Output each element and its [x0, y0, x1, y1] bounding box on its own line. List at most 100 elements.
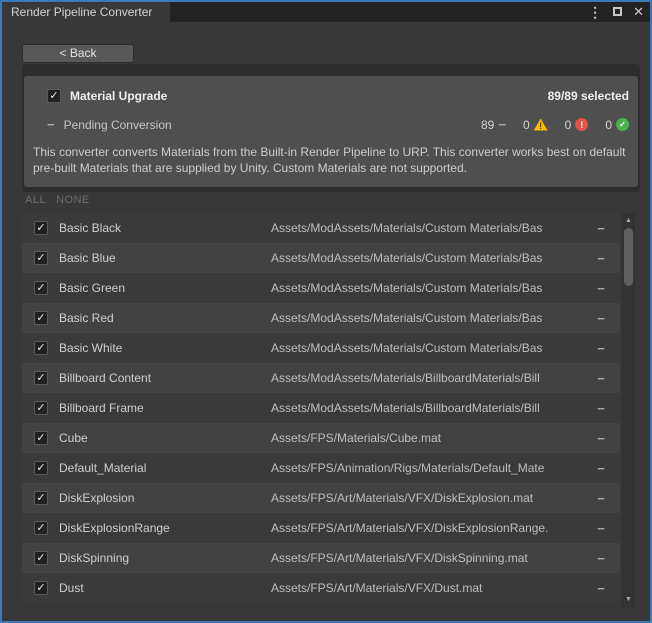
item-checkbox[interactable]: ✓	[34, 461, 48, 475]
item-name: Billboard Content	[59, 371, 271, 385]
item-status-icon: −	[582, 341, 620, 356]
item-name: DiskSpinning	[59, 551, 271, 565]
item-checkbox[interactable]: ✓	[34, 401, 48, 415]
item-checkbox[interactable]: ✓	[34, 281, 48, 295]
item-checkbox[interactable]: ✓	[34, 341, 48, 355]
item-status-icon: −	[582, 281, 620, 296]
material-list: ✓ Basic Black Assets/ModAssets/Materials…	[22, 213, 620, 603]
item-status-icon: −	[582, 491, 620, 506]
item-path: Assets/ModAssets/Materials/Custom Materi…	[271, 281, 582, 295]
pending-label: Pending Conversion	[64, 118, 172, 132]
item-status-icon: −	[582, 581, 620, 596]
window-menu-icon[interactable]: ⋮	[588, 2, 602, 22]
list-item[interactable]: ✓ Default_Material Assets/FPS/Animation/…	[22, 453, 620, 483]
item-name: Default_Material	[59, 461, 271, 475]
error-icon: !	[575, 118, 588, 131]
item-name: Basic White	[59, 341, 271, 355]
item-status-icon: −	[582, 521, 620, 536]
item-path: Assets/ModAssets/Materials/Custom Materi…	[271, 251, 582, 265]
item-checkbox[interactable]: ✓	[34, 311, 48, 325]
warning-icon: !	[534, 119, 548, 131]
converter-checkbox[interactable]: ✓	[47, 89, 61, 103]
list-item[interactable]: ✓ Billboard Content Assets/ModAssets/Mat…	[22, 363, 620, 393]
item-checkbox[interactable]: ✓	[34, 371, 48, 385]
success-icon: ✓	[616, 118, 629, 131]
status-counters: 89 − 0 ! 0 ! 0 ✓	[481, 117, 629, 132]
select-all-link[interactable]: ALL	[25, 194, 46, 206]
item-name: Basic Red	[59, 311, 271, 325]
item-name: Basic Green	[59, 281, 271, 295]
scrollbar-thumb[interactable]	[624, 228, 633, 286]
select-none-link[interactable]: NONE	[56, 194, 90, 206]
item-path: Assets/FPS/Art/Materials/VFX/DiskSpinnin…	[271, 551, 582, 565]
converter-title: Material Upgrade	[70, 89, 167, 103]
item-path: Assets/ModAssets/Materials/Custom Materi…	[271, 311, 582, 325]
error-count: 0	[565, 118, 572, 132]
item-path: Assets/FPS/Animation/Rigs/Materials/Defa…	[271, 461, 582, 475]
list-item[interactable]: ✓ DiskExplosionRange Assets/FPS/Art/Mate…	[22, 513, 620, 543]
item-checkbox[interactable]: ✓	[34, 551, 48, 565]
item-path: Assets/FPS/Materials/Cube.mat	[271, 431, 582, 445]
titlebar: Render Pipeline Converter ⋮ ✕	[2, 2, 650, 22]
item-checkbox[interactable]: ✓	[34, 431, 48, 445]
item-name: Billboard Frame	[59, 401, 271, 415]
list-item[interactable]: ✓ DiskSpinning Assets/FPS/Art/Materials/…	[22, 543, 620, 573]
item-checkbox[interactable]: ✓	[34, 491, 48, 505]
item-name: DiskExplosionRange	[59, 521, 271, 535]
list-item[interactable]: ✓ Dust Assets/FPS/Art/Materials/VFX/Dust…	[22, 573, 620, 603]
maximize-icon[interactable]	[613, 2, 622, 22]
item-status-icon: −	[582, 221, 620, 236]
list-item[interactable]: ✓ DiskExplosion Assets/FPS/Art/Materials…	[22, 483, 620, 513]
back-button[interactable]: < Back	[22, 44, 134, 63]
pending-count: 89	[481, 118, 494, 132]
item-path: Assets/ModAssets/Materials/BillboardMate…	[271, 401, 582, 415]
selected-count: 89/89 selected	[548, 89, 629, 103]
pending-conversion-row: − Pending Conversion 89 − 0 ! 0 ! 0 ✓	[47, 117, 629, 132]
pending-count-icon: −	[498, 117, 506, 132]
item-path: Assets/FPS/Art/Materials/VFX/DiskExplosi…	[271, 521, 582, 535]
selection-shortcuts: ALL NONE	[25, 194, 90, 206]
item-name: Basic Black	[59, 221, 271, 235]
item-checkbox[interactable]: ✓	[34, 521, 48, 535]
list-item[interactable]: ✓ Basic Blue Assets/ModAssets/Materials/…	[22, 243, 620, 273]
item-status-icon: −	[582, 551, 620, 566]
item-checkbox[interactable]: ✓	[34, 581, 48, 595]
converter-description: This converter converts Materials from t…	[33, 144, 629, 176]
render-pipeline-converter-window: Render Pipeline Converter ⋮ ✕ < Back ✓ M…	[0, 0, 652, 623]
item-checkbox[interactable]: ✓	[34, 251, 48, 265]
item-name: Cube	[59, 431, 271, 445]
list-item[interactable]: ✓ Basic Black Assets/ModAssets/Materials…	[22, 213, 620, 243]
close-icon[interactable]: ✕	[633, 2, 644, 22]
item-path: Assets/FPS/Art/Materials/VFX/Dust.mat	[271, 581, 582, 595]
list-item[interactable]: ✓ Cube Assets/FPS/Materials/Cube.mat −	[22, 423, 620, 453]
item-path: Assets/ModAssets/Materials/Custom Materi…	[271, 221, 582, 235]
window-title: Render Pipeline Converter	[11, 5, 152, 19]
converter-card[interactable]: ✓ Material Upgrade 89/89 selected − Pend…	[24, 76, 638, 187]
pending-dash-icon: −	[47, 117, 55, 132]
item-path: Assets/ModAssets/Materials/BillboardMate…	[271, 371, 582, 385]
item-path: Assets/FPS/Art/Materials/VFX/DiskExplosi…	[271, 491, 582, 505]
item-checkbox[interactable]: ✓	[34, 221, 48, 235]
list-item[interactable]: ✓ Basic White Assets/ModAssets/Materials…	[22, 333, 620, 363]
list-item[interactable]: ✓ Basic Green Assets/ModAssets/Materials…	[22, 273, 620, 303]
item-name: Dust	[59, 581, 271, 595]
list-item[interactable]: ✓ Billboard Frame Assets/ModAssets/Mater…	[22, 393, 620, 423]
item-status-icon: −	[582, 371, 620, 386]
converter-header-row: ✓ Material Upgrade 89/89 selected	[47, 89, 629, 103]
list-item[interactable]: ✓ Basic Red Assets/ModAssets/Materials/C…	[22, 303, 620, 333]
warning-count: 0	[523, 118, 530, 132]
tab-render-pipeline-converter[interactable]: Render Pipeline Converter	[2, 2, 170, 22]
vertical-scrollbar[interactable]: ▲ ▼	[622, 213, 635, 608]
item-status-icon: −	[582, 311, 620, 326]
item-name: Basic Blue	[59, 251, 271, 265]
item-status-icon: −	[582, 431, 620, 446]
window-controls: ⋮ ✕	[588, 2, 644, 22]
success-count: 0	[605, 118, 612, 132]
scroll-down-icon[interactable]: ▼	[622, 595, 635, 605]
scroll-up-icon[interactable]: ▲	[622, 216, 635, 226]
item-path: Assets/ModAssets/Materials/Custom Materi…	[271, 341, 582, 355]
item-status-icon: −	[582, 401, 620, 416]
item-status-icon: −	[582, 251, 620, 266]
item-status-icon: −	[582, 461, 620, 476]
item-name: DiskExplosion	[59, 491, 271, 505]
